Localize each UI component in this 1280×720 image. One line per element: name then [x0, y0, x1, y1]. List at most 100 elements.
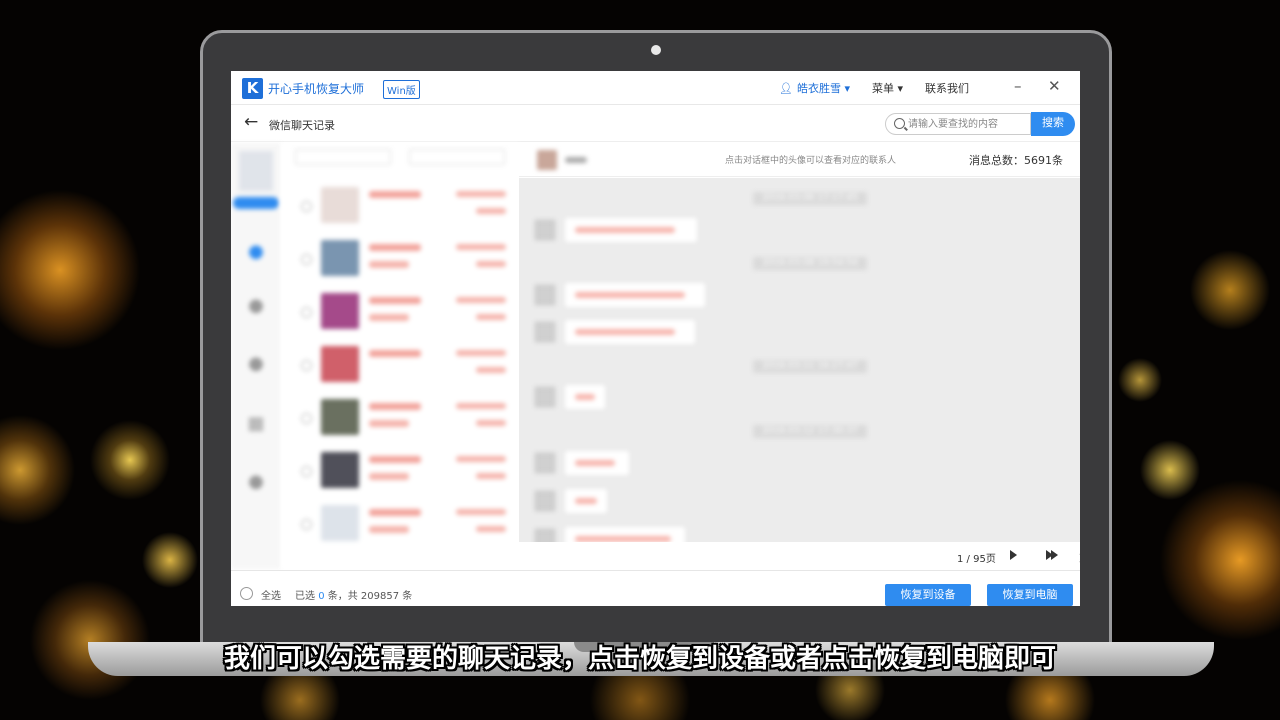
back-arrow-icon[interactable]: ← — [244, 112, 258, 132]
item-checkbox[interactable] — [301, 307, 312, 318]
list-item[interactable] — [301, 289, 516, 339]
filter-dropdown[interactable] — [295, 149, 391, 165]
caret-down-icon: ▾ — [897, 82, 904, 95]
item-name — [369, 403, 421, 410]
menu-button[interactable]: 菜单 ▾ — [872, 80, 903, 96]
page-indicator: 1 / 95页 — [957, 554, 996, 565]
search-icon — [894, 118, 905, 129]
list-item[interactable] — [301, 236, 516, 286]
message-bubble — [565, 489, 607, 513]
avatar-hint: 点击对话框中的头像可以查看对应的联系人 — [725, 156, 897, 166]
title-bar: K 开心手机恢复大师 Win版 👤︎ 皓衣胜雪 ▾ 菜单 ▾ 联系我们 – ✕ — [231, 71, 1080, 105]
item-time — [476, 473, 506, 479]
item-name — [369, 297, 421, 304]
sender-avatar[interactable] — [535, 453, 555, 473]
page-title: 微信聊天记录 — [269, 119, 335, 132]
message-text — [575, 329, 675, 335]
minimize-icon[interactable]: – — [1014, 77, 1022, 95]
chat-category-icon[interactable]: ● — [239, 241, 273, 272]
item-checkbox[interactable] — [301, 254, 312, 265]
item-time — [476, 420, 506, 426]
message-timestamp: 2016-03-08 19:54:54 — [753, 257, 867, 270]
page-header: ← 微信聊天记录 搜索 — [231, 106, 1080, 142]
app-window: K 开心手机恢复大师 Win版 👤︎ 皓衣胜雪 ▾ 菜单 ▾ 联系我们 – ✕ ←… — [231, 71, 1080, 606]
message-timestamp: 2016-03-12 17:30:37 — [753, 425, 867, 438]
user-name: 皓衣胜雪 — [796, 82, 841, 95]
item-checkbox[interactable] — [301, 519, 312, 530]
sender-avatar[interactable] — [535, 387, 555, 407]
item-name — [369, 456, 421, 463]
list-item[interactable] — [301, 183, 516, 233]
list-item[interactable] — [301, 448, 516, 498]
item-name — [369, 350, 421, 357]
contacts-category-icon[interactable]: ● — [239, 295, 273, 326]
list-item[interactable] — [301, 342, 516, 392]
contact-avatar[interactable] — [537, 150, 557, 170]
search-button[interactable]: 搜索 — [1031, 112, 1075, 136]
item-checkbox[interactable] — [301, 201, 312, 212]
item-preview — [369, 314, 409, 321]
message-bubble — [565, 320, 695, 344]
sender-avatar[interactable] — [535, 285, 555, 305]
message-bubble — [565, 527, 685, 542]
user-icon: 👤︎ — [779, 82, 793, 95]
list-item[interactable] — [301, 501, 516, 551]
chat-messages: 2016-03-06 17:17:45 2016-03-08 19:54:54 … — [519, 178, 1080, 542]
other-category-icon[interactable]: ● — [239, 471, 273, 502]
item-time — [476, 367, 506, 373]
contact-us-link[interactable]: 联系我们 — [925, 80, 969, 96]
item-name — [369, 191, 421, 198]
item-checkbox[interactable] — [301, 466, 312, 477]
message-total: 消息总数：5691条 — [969, 152, 1063, 168]
sender-avatar[interactable] — [535, 220, 555, 240]
item-checkbox[interactable] — [301, 413, 312, 424]
list-item[interactable] — [301, 395, 516, 445]
message-text — [575, 292, 685, 298]
pagination: 1 / 95页 到第 页 确定 — [519, 542, 1080, 580]
recover-to-device-button[interactable]: 恢复到设备 — [885, 584, 971, 606]
conversation-list — [281, 143, 519, 569]
sender-avatar[interactable] — [535, 529, 555, 542]
item-date — [456, 191, 506, 197]
sender-avatar[interactable] — [535, 491, 555, 511]
contact-name — [565, 157, 587, 163]
user-menu[interactable]: 👤︎ 皓衣胜雪 ▾ — [779, 80, 850, 96]
message-text — [575, 394, 595, 400]
item-date — [456, 403, 506, 409]
next-page-icon[interactable] — [1010, 550, 1017, 560]
avatar — [321, 452, 359, 488]
selection-suffix: 条，共 209857 条 — [324, 591, 413, 602]
selection-prefix: 已选 — [295, 591, 319, 602]
message-bubble — [565, 283, 705, 307]
item-date — [456, 244, 506, 250]
last-page-icon-part[interactable] — [1051, 550, 1058, 560]
message-text — [575, 227, 675, 233]
apps-category-icon[interactable]: ▦ — [239, 413, 273, 444]
category-sidebar: ● ● ● ▦ ● — [231, 143, 281, 569]
search-box — [885, 113, 1031, 135]
avatar — [321, 293, 359, 329]
edition-badge: Win版 — [383, 80, 420, 99]
select-all-checkbox[interactable] — [240, 587, 253, 600]
item-time — [476, 208, 506, 214]
selection-summary: 已选 0 条，共 209857 条 — [295, 587, 412, 602]
sort-dropdown[interactable] — [409, 149, 505, 165]
app-title: 开心手机恢复大师 — [268, 82, 365, 96]
item-checkbox[interactable] — [301, 360, 312, 371]
select-all-label[interactable]: 全选 — [261, 587, 281, 602]
item-date — [456, 350, 506, 356]
message-total-value: 5691条 — [1024, 154, 1063, 167]
close-icon[interactable]: ✕ — [1048, 77, 1061, 95]
caret-down-icon: ▾ — [844, 82, 850, 95]
active-category-pill[interactable] — [233, 197, 279, 209]
message-timestamp: 2016-03-06 17:17:45 — [753, 192, 867, 205]
webcam-dot — [651, 45, 661, 55]
message-bubble — [565, 218, 697, 242]
message-total-label: 消息总数： — [969, 154, 1024, 167]
item-time — [476, 526, 506, 532]
recover-to-pc-button[interactable]: 恢复到电脑 — [987, 584, 1073, 606]
group-category-icon[interactable]: ● — [239, 353, 273, 384]
sender-avatar[interactable] — [535, 322, 555, 342]
item-preview — [369, 526, 409, 533]
search-input[interactable] — [908, 116, 1026, 132]
